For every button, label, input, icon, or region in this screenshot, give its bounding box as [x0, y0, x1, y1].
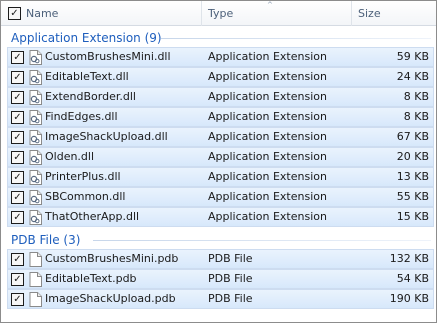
file-name: PrinterPlus.dll [45, 170, 121, 183]
dll-file-icon [29, 110, 42, 125]
file-row[interactable]: ✓ CustomBrushesMini.pdb PDB File 132 KB [7, 249, 434, 269]
dll-file-icon [29, 210, 42, 225]
row-checkbox[interactable]: ✓ [11, 131, 24, 144]
pdb-file-icon [29, 292, 42, 307]
file-row[interactable]: ✓ EditableText.pdb PDB File 54 KB [7, 269, 434, 289]
file-row[interactable]: ✓ SBCommon.dll Application Extension 55 KB [7, 187, 434, 207]
row-checkbox[interactable]: ✓ [11, 293, 24, 306]
group-header[interactable]: Application Extension (9) [1, 27, 436, 49]
column-header-size[interactable]: Size [358, 1, 381, 26]
file-size: 15 KB [396, 210, 429, 223]
file-row[interactable]: ✓ ImageShackUpload.pdb PDB File 190 KB [7, 289, 434, 309]
file-name: ImageShackUpload.pdb [45, 292, 176, 305]
file-size: 24 KB [396, 70, 429, 83]
file-size: 132 KB [389, 252, 429, 265]
file-name: SBCommon.dll [45, 190, 126, 203]
file-row[interactable]: ✓ CustomBrushesMini.dll Application Extens… [7, 47, 434, 67]
file-type: PDB File [208, 292, 253, 305]
pdb-file-icon [29, 272, 42, 287]
row-checkbox[interactable]: ✓ [11, 191, 24, 204]
column-divider[interactable] [201, 1, 202, 26]
file-row[interactable]: ✓ PrinterPlus.dll Application Extension 13 … [7, 167, 434, 187]
file-name: ImageShackUpload.dll [45, 130, 168, 143]
file-row[interactable]: ✓ ImageShackUpload.dll Application Extensi… [7, 127, 434, 147]
file-size: 54 KB [396, 272, 429, 285]
file-size: 8 KB [403, 110, 429, 123]
file-name: CustomBrushesMini.dll [45, 50, 171, 63]
file-name: FindEdges.dll [45, 110, 118, 123]
file-type: Application Extension [208, 210, 327, 223]
row-checkbox[interactable]: ✓ [11, 253, 24, 266]
file-name: CustomBrushesMini.pdb [45, 252, 179, 265]
dll-file-icon [29, 130, 42, 145]
file-row[interactable]: ✓ Olden.dll Application Extension 20 KB [7, 147, 434, 167]
group-label: PDB File (3) [11, 233, 81, 247]
file-name: ThatOtherApp.dll [45, 210, 140, 223]
group-divider-line [93, 240, 431, 241]
group-label: Application Extension (9) [11, 31, 162, 45]
file-type: Application Extension [208, 110, 327, 123]
file-row[interactable]: ✓ ExtendBorder.dll Application Extension 8 … [7, 87, 434, 107]
row-checkbox[interactable]: ✓ [11, 91, 24, 104]
dll-file-icon [29, 150, 42, 165]
column-divider[interactable] [351, 1, 352, 26]
file-row[interactable]: ✓ FindEdges.dll Application Extension 8 KB [7, 107, 434, 127]
file-type: PDB File [208, 272, 253, 285]
file-type: Application Extension [208, 170, 327, 183]
file-row[interactable]: ✓ EditableText.dll Application Extension 24… [7, 67, 434, 87]
row-checkbox[interactable]: ✓ [11, 151, 24, 164]
file-row[interactable]: ✓ ThatOtherApp.dll Application Extension 15… [7, 207, 434, 227]
row-checkbox[interactable]: ✓ [11, 51, 24, 64]
dll-file-icon [29, 90, 42, 105]
file-name: EditableText.dll [45, 70, 129, 83]
row-checkbox[interactable]: ✓ [11, 211, 24, 224]
file-type: Application Extension [208, 130, 327, 143]
file-size: 59 KB [396, 50, 429, 63]
file-size: 67 KB [396, 130, 429, 143]
column-header-name[interactable]: Name [26, 1, 58, 26]
file-name: ExtendBorder.dll [45, 90, 136, 103]
file-size: 20 KB [396, 150, 429, 163]
sort-ascending-icon: ^ [267, 1, 273, 9]
file-size: 8 KB [403, 90, 429, 103]
row-checkbox[interactable]: ✓ [11, 111, 24, 124]
file-type: Application Extension [208, 90, 327, 103]
pdb-file-icon [29, 252, 42, 267]
row-checkbox[interactable]: ✓ [11, 273, 24, 286]
group-divider-line [161, 38, 431, 39]
row-checkbox[interactable]: ✓ [11, 71, 24, 84]
file-type: Application Extension [208, 150, 327, 163]
column-header-type[interactable]: Type [208, 1, 233, 26]
file-type: PDB File [208, 252, 253, 265]
row-checkbox[interactable]: ✓ [11, 171, 24, 184]
file-type: Application Extension [208, 50, 327, 63]
dll-file-icon [29, 70, 42, 85]
file-size: 13 KB [396, 170, 429, 183]
column-header: ✓ Name ^ Type Size [1, 1, 436, 26]
group-header[interactable]: PDB File (3) [1, 229, 436, 251]
select-all-checkbox[interactable]: ✓ [8, 7, 21, 20]
file-type: Application Extension [208, 70, 327, 83]
file-size: 55 KB [396, 190, 429, 203]
file-list-window: ✓ Name ^ Type Size Application Extension… [0, 0, 437, 323]
file-size: 190 KB [389, 292, 429, 305]
dll-file-icon [29, 170, 42, 185]
dll-file-icon [29, 50, 42, 65]
file-name: Olden.dll [45, 150, 95, 163]
file-type: Application Extension [208, 190, 327, 203]
dll-file-icon [29, 190, 42, 205]
file-name: EditableText.pdb [45, 272, 137, 285]
